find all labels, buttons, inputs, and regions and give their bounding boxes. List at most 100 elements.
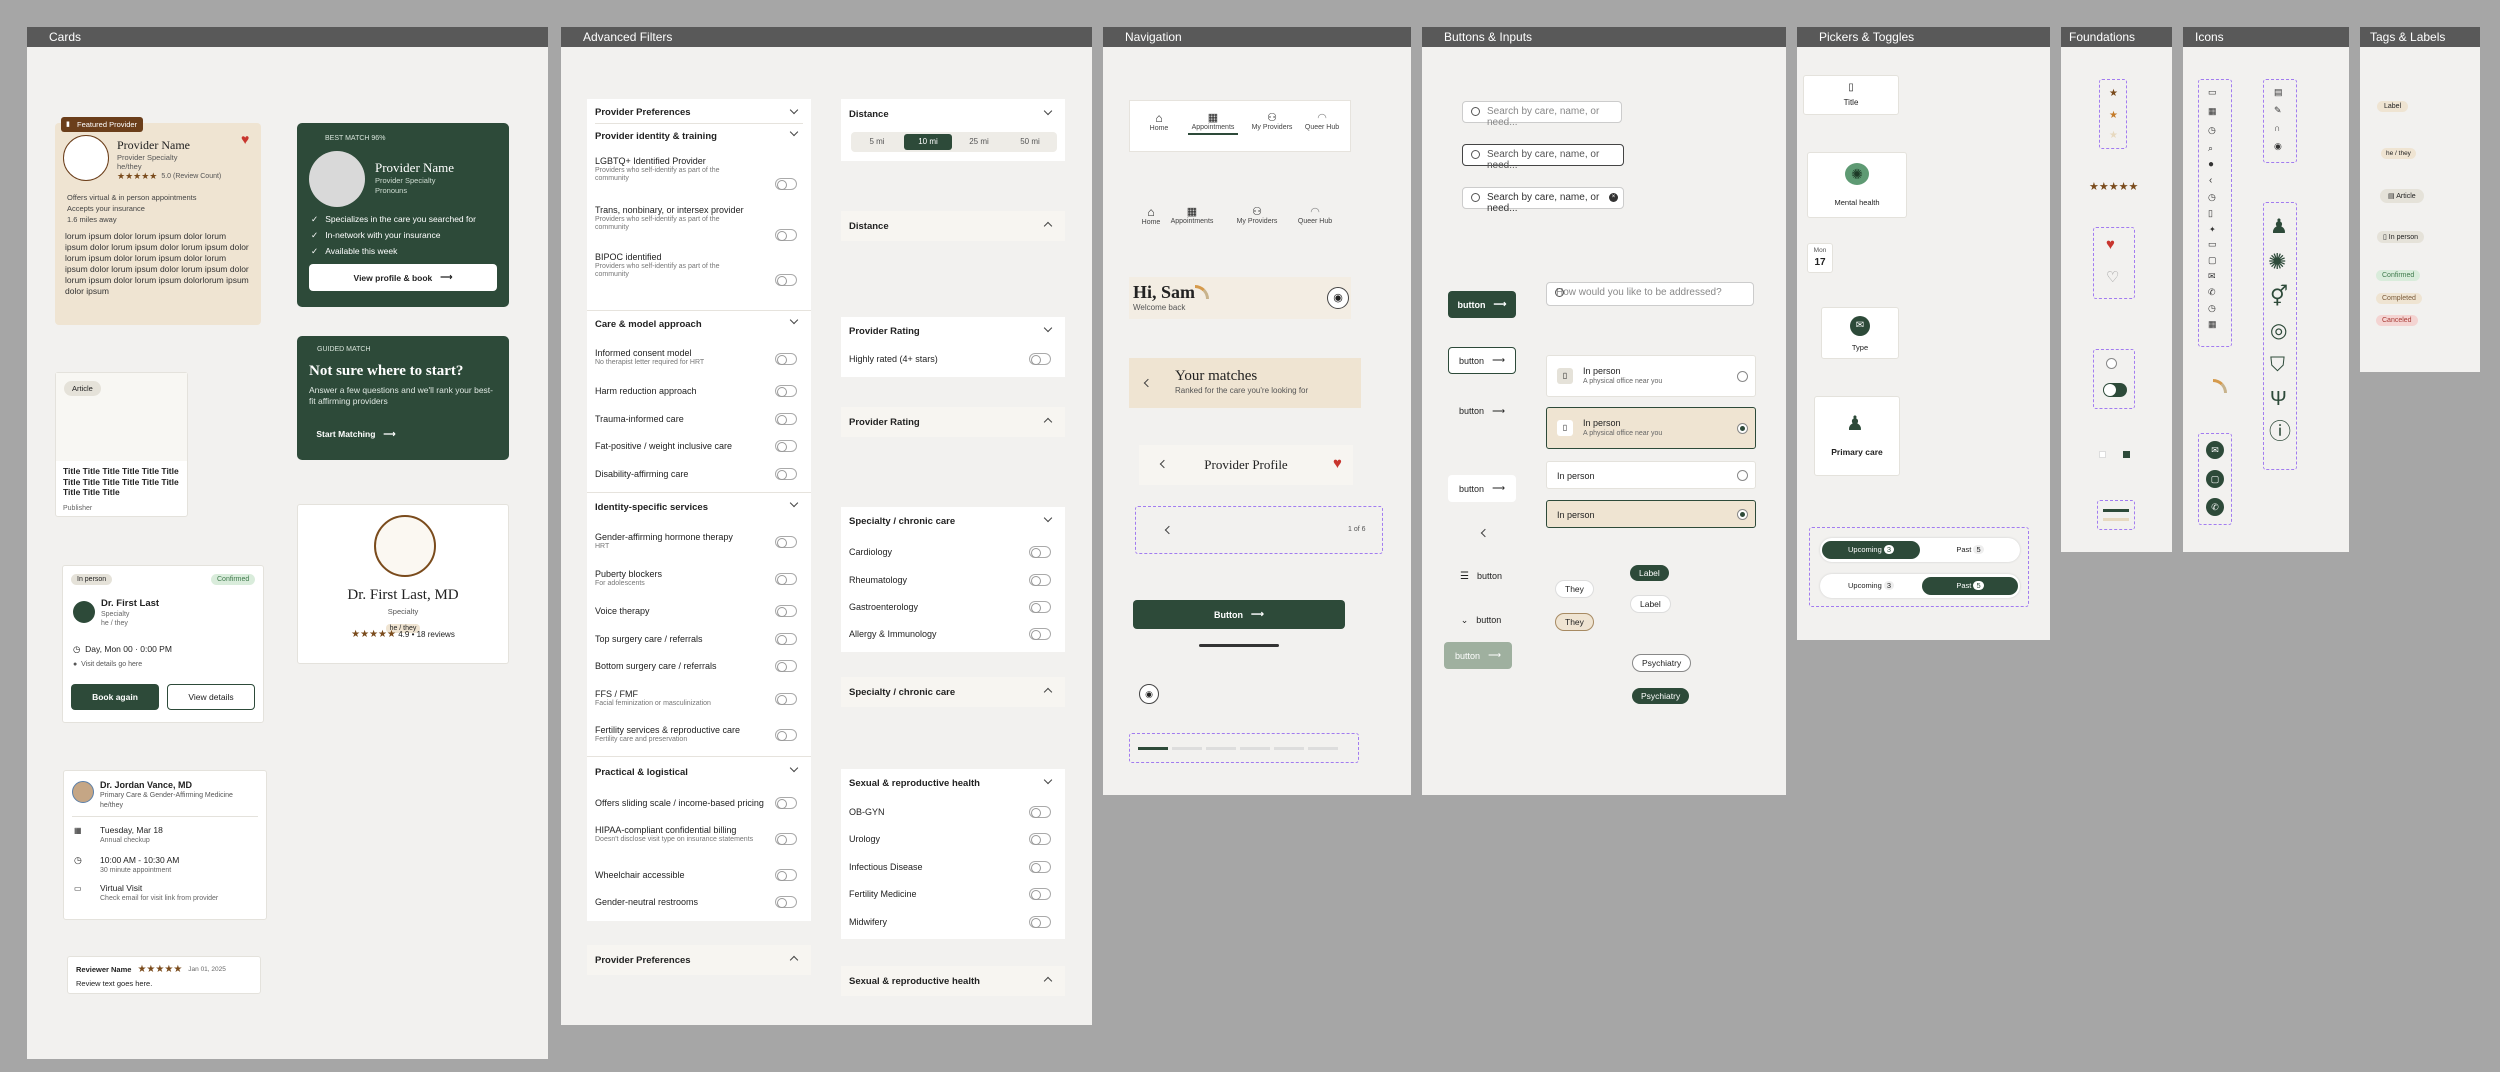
primary-button[interactable]: Button ⟶	[1133, 600, 1345, 629]
checkbox-checked[interactable]	[2123, 451, 2130, 458]
filter-section-collapsed[interactable]: Provider Preferences	[587, 945, 811, 975]
toggle[interactable]	[775, 573, 797, 585]
radio[interactable]	[1737, 423, 1748, 434]
distance-option[interactable]: 5 mi	[853, 134, 901, 150]
filter-section-title[interactable]: Distance	[849, 109, 889, 120]
toggle[interactable]	[1029, 353, 1051, 365]
distance-option-selected[interactable]: 10 mi	[904, 134, 952, 150]
search-input-filled[interactable]: Search by care, name, or need... ×	[1462, 187, 1624, 214]
toggle[interactable]	[775, 468, 797, 480]
button-dropdown[interactable]: ⌄ button	[1450, 609, 1512, 631]
button-secondary[interactable]: button ⟶	[1448, 347, 1516, 374]
chevron-down-icon[interactable]	[789, 763, 799, 773]
toggle[interactable]	[775, 536, 797, 548]
checkbox[interactable]	[2099, 451, 2106, 458]
picker-tile[interactable]: ▯ Title	[1803, 75, 1899, 115]
search-input-focused[interactable]: Search by care, name, or need...	[1462, 144, 1624, 171]
tab-appointments[interactable]: ▦ Appointments	[1188, 111, 1238, 135]
chevron-up-icon[interactable]	[1043, 417, 1053, 427]
toggle[interactable]	[775, 869, 797, 881]
segment-past[interactable]: Past 5	[1922, 577, 2018, 595]
distance-option[interactable]: 50 mi	[1006, 134, 1054, 150]
toggle[interactable]	[775, 693, 797, 705]
chevron-down-icon[interactable]	[789, 315, 799, 325]
profile-icon[interactable]: ◉	[1327, 287, 1349, 309]
segment-upcoming[interactable]: Upcoming 3	[1822, 541, 1920, 559]
radio[interactable]	[1737, 509, 1748, 520]
tab-my-providers[interactable]: ⚇ My Providers	[1248, 111, 1296, 131]
chevron-up-icon[interactable]	[1043, 687, 1053, 697]
toggle[interactable]	[1029, 861, 1051, 873]
date-tile[interactable]: Mon 17	[1807, 243, 1833, 273]
best-match-card[interactable]: BEST MATCH 96% Provider Name Provider Sp…	[297, 123, 509, 307]
toggle[interactable]	[775, 413, 797, 425]
chevron-left-icon[interactable]	[1480, 528, 1490, 538]
radio-card-selected[interactable]: ▯ In person A physical office near you	[1546, 407, 1756, 449]
tab-queer-hub[interactable]: ◠ Queer Hub	[1295, 205, 1335, 225]
filter-section-title[interactable]: Specialty / chronic care	[849, 516, 955, 527]
toggle[interactable]	[1029, 601, 1051, 613]
toggle[interactable]	[775, 274, 797, 286]
toggle-on[interactable]	[2103, 383, 2127, 397]
toggle[interactable]	[775, 729, 797, 741]
toggle[interactable]	[775, 178, 797, 190]
filter-section-title[interactable]: Provider Rating	[849, 326, 920, 337]
chip[interactable]: Psychiatry	[1632, 654, 1692, 672]
picker-tile-type[interactable]: ✉ Type	[1821, 307, 1899, 359]
close-icon[interactable]: ×	[1609, 193, 1618, 202]
radio-row-selected[interactable]: In person	[1546, 500, 1756, 528]
toggle[interactable]	[775, 833, 797, 845]
search-input[interactable]: Search by care, name, or need...	[1462, 101, 1622, 128]
tab-home[interactable]: ⌂ Home	[1144, 111, 1174, 132]
chevron-down-icon[interactable]	[1043, 323, 1053, 333]
toggle[interactable]	[1029, 833, 1051, 845]
button-ghost[interactable]: button ⟶	[1448, 475, 1516, 502]
chip[interactable]: They	[1555, 580, 1594, 598]
filter-section-provider-prefs[interactable]: Provider Preferences	[595, 107, 691, 118]
chevron-up-icon[interactable]	[1043, 976, 1053, 986]
chip-selected[interactable]: Label	[1630, 565, 1669, 581]
heart-icon[interactable]: ♥	[1333, 455, 1342, 472]
toggle[interactable]	[775, 797, 797, 809]
tab-home[interactable]: ⌂ Home	[1139, 205, 1163, 226]
tab-appointments[interactable]: ▦ Appointments	[1167, 205, 1217, 225]
appointment-card[interactable]: In person Confirmed Dr. First Last Speci…	[62, 565, 264, 723]
button-primary[interactable]: button ⟶	[1448, 291, 1516, 318]
chevron-down-icon[interactable]	[789, 105, 799, 115]
article-card[interactable]: Article Title Title Title Title Title Ti…	[55, 372, 188, 517]
toggle[interactable]	[1029, 888, 1051, 900]
toggle[interactable]	[775, 229, 797, 241]
segment-past[interactable]: Past 5	[1922, 541, 2018, 559]
view-details-button[interactable]: View details	[167, 684, 255, 710]
chevron-down-icon[interactable]	[789, 127, 799, 137]
guided-match-card[interactable]: GUIDED MATCH Not sure where to start? An…	[297, 336, 509, 460]
toggle[interactable]	[1029, 546, 1051, 558]
radio-card[interactable]: ▯ In person A physical office near you	[1546, 355, 1756, 397]
chevron-left-icon[interactable]	[1143, 378, 1153, 388]
segment-upcoming[interactable]: Upcoming 3	[1822, 577, 1920, 595]
tab-queer-hub[interactable]: ◠ Queer Hub	[1302, 111, 1342, 131]
view-profile-button[interactable]: View profile & book ⟶	[309, 264, 497, 291]
chevron-down-icon[interactable]	[1043, 775, 1053, 785]
filter-section-care-model[interactable]: Care & model approach	[595, 319, 702, 330]
toggle[interactable]	[775, 353, 797, 365]
chip-selected[interactable]: They	[1555, 613, 1594, 631]
appointment-detail-card[interactable]: Dr. Jordan Vance, MD Primary Care & Gend…	[63, 770, 267, 920]
toggle[interactable]	[775, 633, 797, 645]
toggle[interactable]	[775, 385, 797, 397]
address-input[interactable]: How would you like to be addressed?	[1546, 282, 1754, 306]
picker-tile-mental-health[interactable]: ✺ Mental health	[1807, 152, 1907, 218]
toggle[interactable]	[775, 605, 797, 617]
toggle[interactable]	[775, 896, 797, 908]
filter-section-title[interactable]: Sexual & reproductive health	[849, 778, 980, 789]
toggle[interactable]	[775, 660, 797, 672]
toggle[interactable]	[1029, 574, 1051, 586]
button-disabled[interactable]: button ⟶	[1444, 642, 1512, 669]
chevron-down-icon[interactable]	[1043, 106, 1053, 116]
radio[interactable]	[1737, 470, 1748, 481]
toggle[interactable]	[1029, 628, 1051, 640]
toggle[interactable]	[1029, 806, 1051, 818]
tab-my-providers[interactable]: ⚇ My Providers	[1233, 205, 1281, 225]
picker-tile-primary-care[interactable]: ♟ Primary care	[1814, 396, 1900, 476]
filter-section-practical[interactable]: Practical & logistical	[595, 767, 688, 778]
